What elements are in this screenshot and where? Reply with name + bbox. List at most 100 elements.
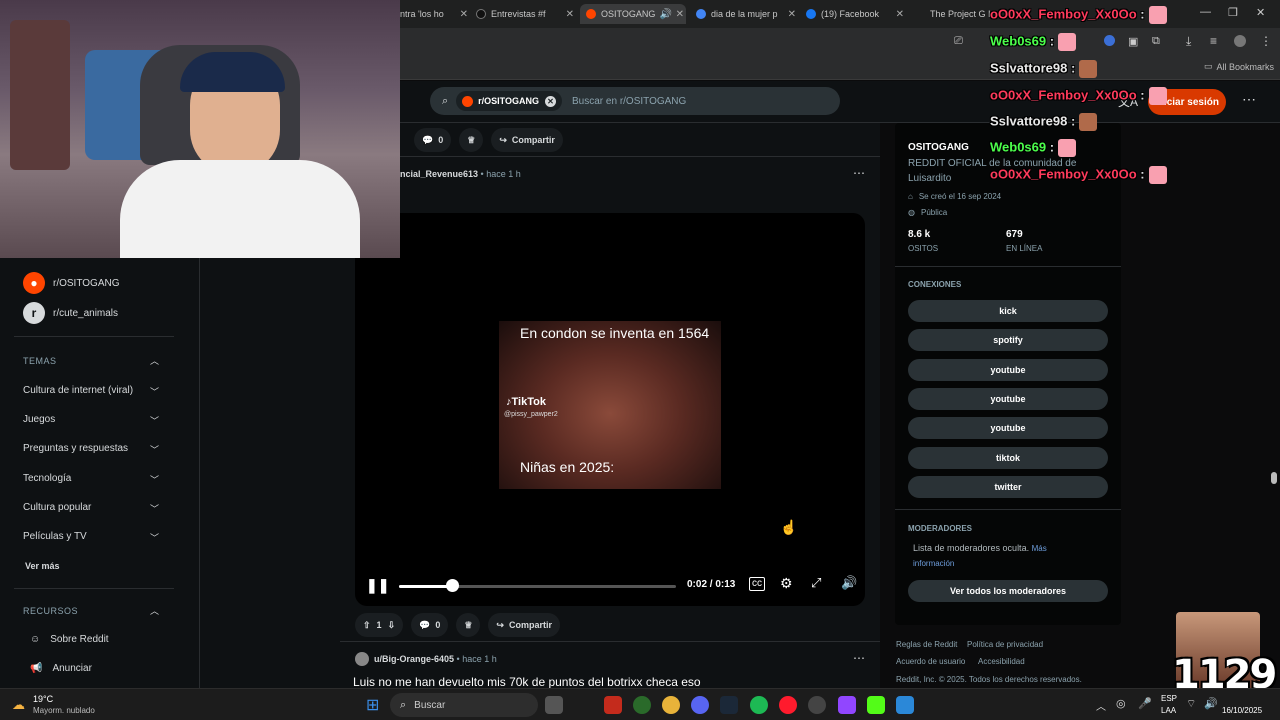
video-progress-bar[interactable] [399, 585, 676, 588]
pause-icon[interactable]: ❚❚ [366, 577, 389, 594]
topic-item[interactable]: Cultura de internet (viral) [23, 385, 133, 396]
browser-tab[interactable]: dia de la mujer p ✕ [696, 4, 796, 24]
obs-icon[interactable] [808, 696, 826, 714]
topic-item[interactable]: Cultura popular [23, 502, 91, 513]
media-icon[interactable]: ▣ [1128, 35, 1138, 48]
share-button[interactable]: ↪ Compartir [488, 613, 560, 637]
chrome-icon[interactable] [662, 696, 680, 714]
post-author[interactable]: ncial_Revenue613 [400, 169, 478, 179]
chevron-down-icon[interactable]: ﹀ [150, 414, 159, 427]
browser-tab-active[interactable]: OSITOGANG 🔊 ✕ [580, 4, 686, 24]
video-scrubber-handle[interactable] [445, 579, 459, 592]
discord-icon[interactable] [691, 696, 709, 714]
topic-item[interactable]: Preguntas y respuestas [23, 443, 128, 454]
profile-icon[interactable] [1234, 35, 1246, 47]
comments-button[interactable]: 💬 0 [411, 613, 449, 637]
window-close-icon[interactable]: ✕ [1256, 6, 1265, 19]
sidebar-item-ositogang[interactable]: ● r/OSITOGANG [23, 272, 120, 294]
resource-item[interactable]: 📢 Anunciar [30, 663, 92, 674]
footer-link-agreement[interactable]: Acuerdo de usuario [896, 657, 965, 666]
extensions-icon[interactable]: ⧉ [1152, 35, 1160, 48]
post-more-icon[interactable]: ⋯ [853, 651, 865, 665]
more-icon[interactable]: ⋮ [1260, 34, 1272, 48]
comments-button[interactable]: 💬 0 [414, 128, 452, 152]
more-options-icon[interactable]: ⋯ [1242, 91, 1256, 108]
chevron-down-icon[interactable]: ﹀ [150, 531, 159, 544]
footer-link-rules[interactable]: Reglas de Reddit [896, 640, 957, 649]
clock-date[interactable]: 16/10/2025 [1222, 706, 1262, 715]
close-icon[interactable]: ✕ [566, 9, 574, 20]
volume-icon[interactable]: 🔊 [1204, 697, 1218, 710]
steam-icon[interactable] [720, 696, 738, 714]
menu-list-icon[interactable]: ≡ [1210, 34, 1217, 48]
search-input[interactable]: Buscar en r/OSITOGANG [572, 96, 686, 107]
tray-chevron-icon[interactable]: ︿ [1096, 698, 1106, 713]
video-player[interactable]: En condon se inventa en 1564 ♪TikTok @pi… [355, 213, 865, 606]
topic-item[interactable]: Películas y TV [23, 531, 87, 542]
taskbar-search[interactable]: ⌕ Buscar [390, 693, 538, 717]
downvote-icon[interactable]: ⇩ [388, 620, 396, 631]
connection-spotify-button[interactable]: spotify [908, 329, 1108, 351]
keyboard-layout[interactable]: LAA [1161, 706, 1176, 715]
topic-item[interactable]: Tecnología [23, 473, 71, 484]
cast-icon[interactable]: ⎚ [954, 35, 963, 48]
award-button[interactable]: ♕ [459, 128, 484, 152]
all-bookmarks[interactable]: ▭ All Bookmarks [1204, 61, 1274, 72]
browser-tab[interactable]: Entrevistas #f ✕ [476, 4, 574, 24]
weather-desc[interactable]: Mayorm. nublado [33, 706, 95, 715]
maximize-icon[interactable]: ❐ [1228, 6, 1238, 19]
opera-icon[interactable] [779, 696, 797, 714]
fullscreen-icon[interactable]: ⤢ [811, 575, 821, 591]
language-indicator[interactable]: ESP [1161, 694, 1177, 703]
kick-icon[interactable] [867, 696, 885, 714]
windows-start-icon[interactable]: ⊞ [366, 695, 379, 715]
post-more-icon[interactable]: ⋯ [853, 166, 865, 180]
close-icon[interactable]: ✕ [896, 9, 904, 20]
avatar[interactable] [355, 652, 369, 666]
app-icon[interactable] [633, 696, 651, 714]
sidebar-item-cute-animals[interactable]: r r/cute_animals [23, 302, 118, 324]
app-icon[interactable] [896, 696, 914, 714]
settings-icon[interactable]: ⚙ [780, 575, 793, 592]
post-author[interactable]: u/Big-Orange-6405 [374, 654, 454, 664]
chevron-up-icon[interactable]: ︿ [150, 354, 159, 367]
see-more-link[interactable]: Ver más [25, 561, 60, 571]
footer-link-accessibility[interactable]: Accesibilidad [978, 657, 1025, 666]
connection-youtube-button[interactable]: youtube [908, 417, 1108, 439]
task-view-icon[interactable] [545, 696, 563, 714]
chevron-down-icon[interactable]: ﹀ [150, 502, 159, 515]
search-bar[interactable]: ⌕ r/OSITOGANG ✕ Buscar en r/OSITOGANG [430, 87, 840, 115]
close-icon[interactable]: ✕ [460, 9, 468, 20]
connection-kick-button[interactable]: kick [908, 300, 1108, 322]
tray-app-icon[interactable]: ◎ [1116, 697, 1126, 710]
wifi-icon[interactable]: ⌔ [1186, 697, 1196, 711]
chevron-down-icon[interactable]: ﹀ [150, 473, 159, 486]
chevron-down-icon[interactable]: ﹀ [150, 385, 159, 398]
clear-chip-icon[interactable]: ✕ [545, 95, 557, 107]
resource-item[interactable]: ☺ Sobre Reddit [30, 634, 109, 645]
footer-link-privacy[interactable]: Política de privacidad [967, 640, 1043, 649]
weather-temp[interactable]: 19°C [33, 694, 53, 704]
download-icon[interactable]: ⤓ [1186, 34, 1191, 49]
microphone-icon[interactable]: 🎤 [1138, 697, 1152, 710]
chevron-up-icon[interactable]: ︿ [150, 604, 159, 617]
close-icon[interactable]: ✕ [676, 9, 684, 20]
page-scrollbar-thumb[interactable] [1271, 472, 1277, 484]
section-topics[interactable]: TEMAS [23, 356, 57, 366]
connection-youtube-button[interactable]: youtube [908, 359, 1108, 381]
audio-icon[interactable]: 🔊 [660, 9, 672, 20]
view-all-moderators-button[interactable]: Ver todos los moderadores [908, 580, 1108, 602]
connection-tiktok-button[interactable]: tiktok [908, 447, 1108, 469]
connection-twitter-button[interactable]: twitter [908, 476, 1108, 498]
volume-icon[interactable]: 🔊 [841, 575, 857, 591]
app-icon[interactable] [604, 696, 622, 714]
search-community-chip[interactable]: r/OSITOGANG ✕ [456, 91, 563, 111]
post-title[interactable]: Luis no me han devuelto mis 70k de punto… [353, 675, 701, 689]
connection-youtube-button[interactable]: youtube [908, 388, 1108, 410]
browser-tab[interactable]: (19) Facebook ✕ [806, 4, 904, 24]
chevron-down-icon[interactable]: ﹀ [150, 443, 159, 456]
browser-tab[interactable]: ntra 'los ho ✕ [400, 4, 468, 24]
topic-item[interactable]: Juegos [23, 414, 55, 425]
vote-button[interactable]: ⇧ 1 ⇩ [355, 613, 404, 637]
minimize-icon[interactable]: — [1200, 6, 1211, 18]
